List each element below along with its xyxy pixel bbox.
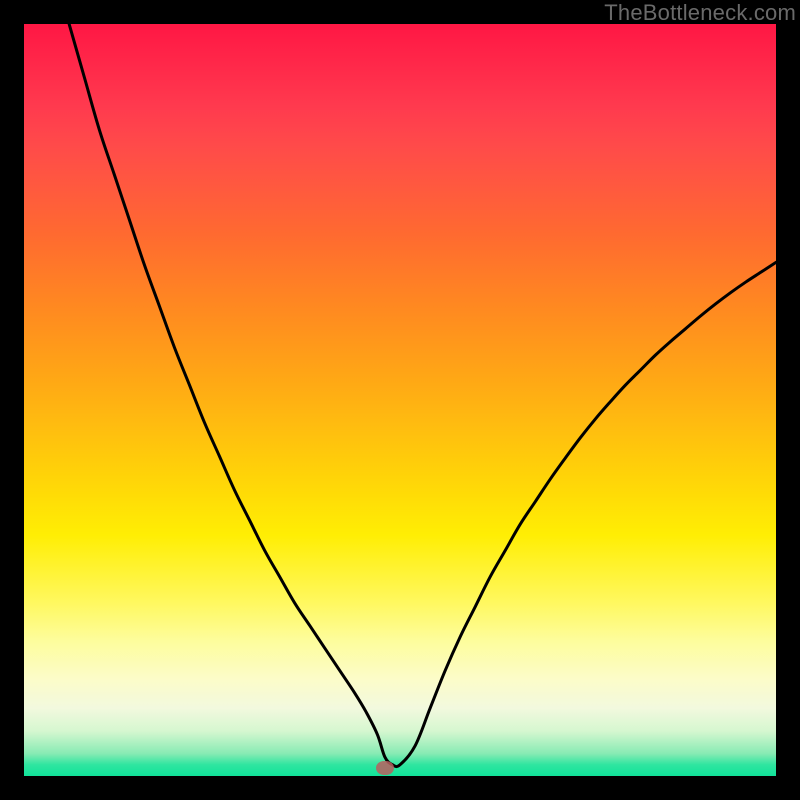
- plot-area: [24, 24, 776, 776]
- gradient-background: [24, 24, 776, 776]
- outer-frame: TheBottleneck.com: [0, 0, 800, 800]
- watermark-text: TheBottleneck.com: [604, 0, 796, 26]
